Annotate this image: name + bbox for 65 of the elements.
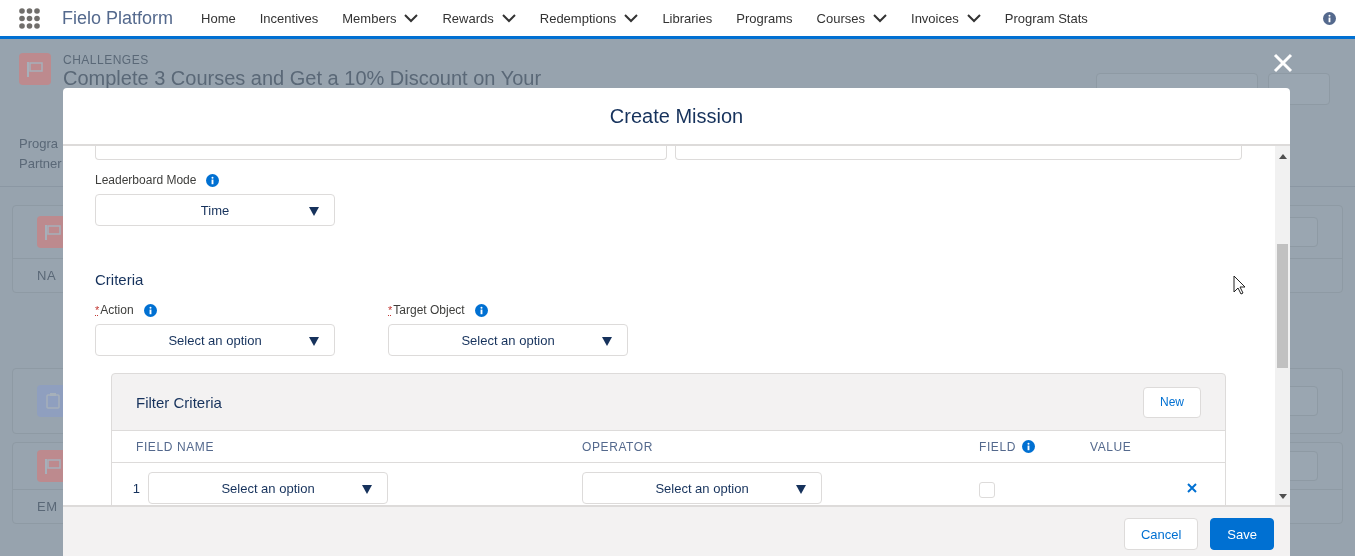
- input-field[interactable]: [675, 146, 1242, 160]
- chevron-down-icon: [624, 13, 639, 23]
- modal-title: Create Mission: [609, 104, 744, 128]
- operator-select[interactable]: Select an option: [582, 472, 822, 504]
- record-type: CHALLENGES: [63, 53, 150, 67]
- nav-tab[interactable]: Program Stats: [1004, 10, 1088, 26]
- flag-icon: [44, 458, 62, 474]
- checkbox[interactable]: [979, 482, 995, 498]
- option-select[interactable]: Select an option: [95, 324, 335, 356]
- info-icon: [1323, 11, 1336, 25]
- option-select[interactable]: Select an option: [388, 324, 628, 356]
- record-title: Complete 3 Courses and Get a 10% Discount on Your: [63, 67, 542, 90]
- nav-tab[interactable]: Incentives: [259, 10, 319, 26]
- flag-icon: [44, 224, 62, 240]
- column-header: FIELD NAME: [136, 439, 214, 454]
- new-button[interactable]: New: [1143, 386, 1201, 418]
- field-label: *Target Object: [388, 303, 465, 317]
- info-icon: [474, 303, 488, 317]
- column-header: OPERATOR: [582, 439, 654, 454]
- scroll-down-icon[interactable]: [1278, 494, 1287, 499]
- field-label: Leaderboard Mode: [95, 173, 197, 187]
- app-launcher-icon[interactable]: [19, 7, 40, 29]
- mouse-cursor-icon: [1233, 275, 1246, 295]
- scroll-up-icon[interactable]: [1278, 154, 1287, 159]
- caret-icon: [602, 337, 612, 346]
- scrollbar[interactable]: [1275, 146, 1290, 505]
- caret-icon: [796, 485, 806, 494]
- column-header: EM: [37, 499, 58, 514]
- caret-icon: [309, 337, 319, 346]
- leaderboard-mode-select[interactable]: Time: [95, 194, 335, 226]
- cancel-button[interactable]: Cancel: [1123, 518, 1199, 550]
- column-header: NA: [37, 268, 57, 283]
- nav-tab[interactable]: Rewards: [442, 10, 516, 26]
- chevron-down-icon: [404, 13, 419, 23]
- flag-icon: [26, 61, 44, 77]
- app-name: Fielo Platform: [62, 7, 174, 29]
- field-name-select[interactable]: Select an option: [148, 472, 388, 504]
- nav-tab[interactable]: Redemptions: [539, 10, 639, 26]
- chevron-down-icon: [501, 13, 516, 23]
- row-number: 1: [131, 480, 141, 496]
- close-icon: [1187, 482, 1197, 493]
- scroll-thumb[interactable]: [1277, 244, 1288, 368]
- chevron-down-icon: [873, 13, 887, 23]
- caret-icon: [309, 207, 319, 216]
- detail-label: Progra: [18, 135, 60, 153]
- input-field[interactable]: [95, 146, 667, 160]
- info-icon: [143, 303, 157, 317]
- close-icon: [1273, 52, 1293, 73]
- caret-icon: [362, 485, 372, 494]
- info-icon: [206, 173, 220, 187]
- column-header: VALUE: [1090, 439, 1132, 454]
- field-label: *Action: [95, 303, 134, 317]
- nav-tab[interactable]: Home: [201, 10, 236, 26]
- column-header: FIELD: [979, 439, 1016, 454]
- nav-tab[interactable]: Libraries: [662, 10, 713, 26]
- card-title: Filter Criteria: [136, 393, 222, 411]
- save-button[interactable]: Save: [1210, 518, 1274, 550]
- detail-label: Partner: [18, 155, 63, 173]
- chevron-down-icon: [966, 13, 981, 23]
- nav-tab[interactable]: Courses: [816, 10, 887, 26]
- info-icon: [1022, 440, 1035, 453]
- nav-tab[interactable]: Members: [342, 10, 419, 26]
- section-title: Criteria: [95, 271, 145, 288]
- nav-tab[interactable]: Programs: [736, 10, 793, 26]
- nav-tab[interactable]: Invoices: [911, 10, 981, 26]
